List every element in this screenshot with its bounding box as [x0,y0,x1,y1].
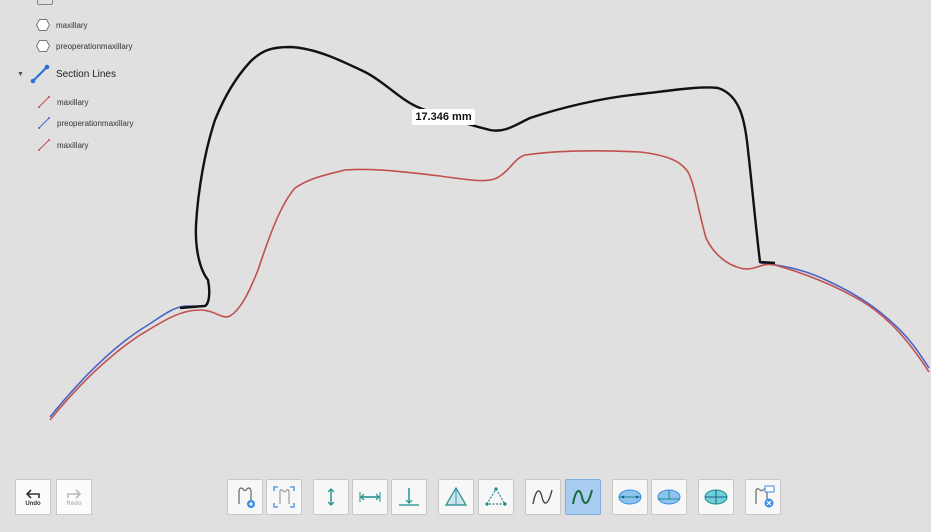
tooth-remove-icon [755,485,775,508]
curve-outline-icon [572,489,593,505]
section-item-label: maxillary [57,140,89,150]
section-line-icon [38,117,50,129]
hexagon-outline-icon [36,40,50,52]
vertical-distance-icon [327,488,335,506]
section-item-label: preoperationmaxillary [57,118,134,128]
remove-section-button[interactable] [745,479,781,515]
vertical-measure-button[interactable] [313,479,349,515]
tree-group-label: Section Lines [55,68,116,80]
tree-item-label: preoperationmaxillary [56,41,133,51]
tree-item-maxillary[interactable]: maxillary [36,16,88,34]
section-item-maxillary[interactable]: maxillary [37,93,89,111]
add-section-button[interactable] [227,479,263,515]
ellipse-section-icon [657,489,681,505]
tree-item-partial-top [37,0,53,5]
maxillary-section-curve [49,149,930,421]
measurement-label: 17.346 mm [412,109,475,125]
object-tree: maxillary preoperationmaxillary ▼ Sectio… [0,0,220,160]
undo-button[interactable]: Undo [15,479,51,515]
fit-frame-icon [273,486,295,508]
curve-icon [532,489,553,505]
horizontal-distance-icon [359,492,381,502]
ellipse-axes-button[interactable] [698,479,734,515]
redo-button[interactable]: Redo [56,479,92,515]
section-line-icon [38,139,50,151]
ellipse-axes-icon [704,489,728,505]
triangle-angle-icon [444,486,468,506]
curve-tool-button[interactable] [525,479,561,515]
half-ellipse-measure-button[interactable] [651,479,687,515]
triangle-measure-button[interactable] [478,479,514,515]
curve-outline-button[interactable] [565,479,601,515]
fit-view-button[interactable] [266,479,302,515]
tooth-add-icon [238,487,255,508]
section-line-icon [38,96,50,108]
horizontal-measure-button[interactable] [352,479,388,515]
tree-item-label: maxillary [56,20,88,30]
section-item-maxillary-2[interactable]: maxillary [37,136,89,154]
preoperation-section-curve [49,262,930,418]
hexagon-outline-icon [36,19,50,31]
section-item-preoperationmaxillary[interactable]: preoperationmaxillary [37,114,133,132]
angle-measure-button[interactable] [438,479,474,515]
perpendicular-measure-button[interactable] [391,479,427,515]
tree-group-section-lines[interactable]: ▼ Section Lines [17,64,116,84]
expand-caret-icon[interactable]: ▼ [17,71,24,78]
ellipse-measure-button[interactable] [612,479,648,515]
section-line-icon [30,64,50,84]
triangle-points-icon [485,487,507,506]
section-item-label: maxillary [57,97,89,107]
redo-label: Redo [66,500,82,507]
undo-label: Undo [25,500,41,507]
measurement-contour [179,45,776,310]
tree-item-preoperationmaxillary[interactable]: preoperationmaxillary [36,37,132,55]
undo-arrow-icon [25,488,40,499]
ellipse-horizontal-icon [618,489,642,505]
perpendicular-distance-icon [399,488,419,506]
redo-arrow-icon [67,488,82,499]
